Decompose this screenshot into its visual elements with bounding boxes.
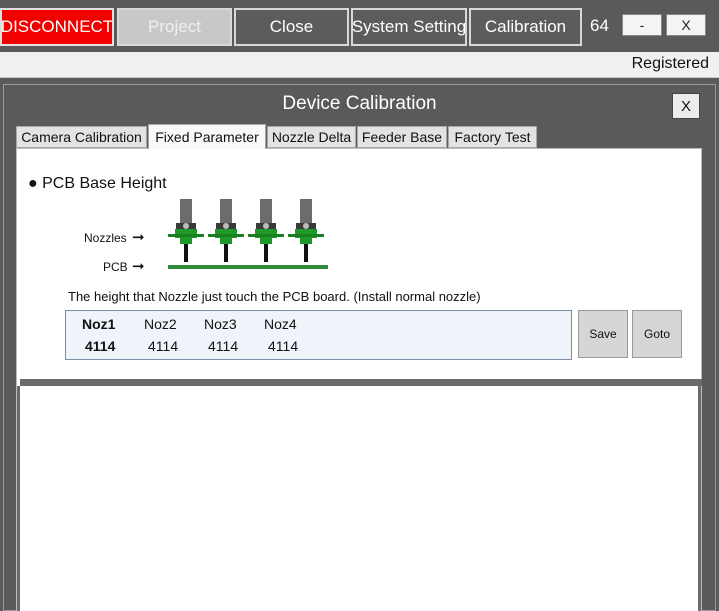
noz3-value[interactable]: 4114 (208, 338, 238, 354)
nozzles-arrow-icon: ➞ (132, 229, 145, 246)
nozzle-pcb-illustration (168, 199, 328, 269)
section-title: ● PCB Base Height (28, 175, 167, 192)
nozzle-icon (208, 199, 244, 262)
tab-nozzle-delta[interactable]: Nozzle Delta (267, 126, 356, 148)
counter-value: 64 (590, 16, 609, 35)
noz3-header: Noz3 (204, 316, 237, 332)
dialog-title: Device Calibration (282, 93, 437, 114)
device-calibration-dialog: Device Calibration X Camera Calibration … (3, 84, 716, 611)
registered-status: Registered (631, 55, 709, 72)
nozzle-icon (168, 199, 204, 262)
nozzle-icon (288, 199, 324, 262)
exit-button[interactable]: X (666, 14, 706, 36)
tab-camera-calibration[interactable]: Camera Calibration (16, 126, 147, 148)
noz2-header: Noz2 (144, 316, 177, 332)
minimize-button[interactable]: - (622, 14, 662, 36)
panel-border-right (698, 386, 701, 611)
save-button[interactable]: Save (578, 310, 628, 358)
project-button[interactable]: Project (117, 8, 232, 46)
tab-fixed-parameter[interactable]: Fixed Parameter (148, 124, 266, 149)
system-setting-button[interactable]: System Setting (351, 8, 467, 46)
nozzle-icon (248, 199, 284, 262)
noz1-value[interactable]: 4114 (85, 338, 115, 354)
noz4-value[interactable]: 4114 (268, 338, 298, 354)
disconnect-button[interactable]: DISCONNECT (0, 8, 114, 46)
noz4-header: Noz4 (264, 316, 297, 332)
nozzle-values-box: Noz1 Noz2 Noz3 Noz4 4114 4114 4114 4114 (65, 310, 572, 360)
close-button[interactable]: Close (234, 8, 349, 46)
dialog-close-button[interactable]: X (672, 93, 700, 119)
description-text: The height that Nozzle just touch the PC… (68, 289, 481, 304)
noz1-header: Noz1 (82, 316, 116, 332)
calibration-button[interactable]: Calibration (469, 8, 582, 46)
tab-feeder-base[interactable]: Feeder Base (357, 126, 447, 148)
pcb-board-icon (168, 265, 328, 269)
pcb-label: PCB (103, 260, 128, 274)
fixed-parameter-panel: ● PCB Base Height Nozzles ➞ PCB ➞ The he… (16, 148, 702, 611)
tab-factory-test[interactable]: Factory Test (448, 126, 537, 148)
status-bar: Registered (0, 52, 719, 78)
section-divider (20, 379, 702, 386)
noz2-value[interactable]: 4114 (148, 338, 178, 354)
panel-border-left (17, 386, 20, 611)
goto-button[interactable]: Goto (632, 310, 682, 358)
nozzles-label: Nozzles (84, 231, 127, 245)
top-toolbar: DISCONNECT Project Close System Setting … (0, 0, 719, 50)
pcb-arrow-icon: ➞ (132, 258, 145, 275)
